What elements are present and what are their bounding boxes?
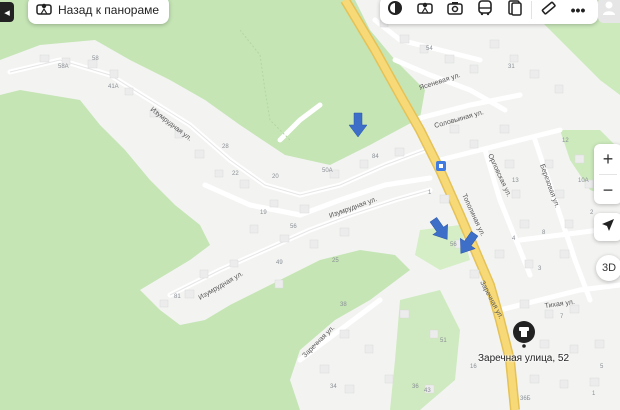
top-toolbar: ••• bbox=[380, 0, 598, 24]
house-number: 16 bbox=[470, 364, 477, 370]
house-number: 58А bbox=[58, 64, 69, 70]
house-number: 81 bbox=[174, 294, 181, 300]
house-number: 54 bbox=[426, 46, 433, 52]
map-canvas[interactable]: Изумрудная ул. Изумрудная ул. Изумрудная… bbox=[0, 0, 620, 410]
traffic-button[interactable] bbox=[500, 0, 530, 24]
photo-button[interactable] bbox=[440, 0, 470, 24]
zoom-in-button[interactable]: + bbox=[594, 144, 620, 174]
house-number: 36 bbox=[412, 384, 419, 390]
house-number: 49 bbox=[276, 260, 283, 266]
house-number: 19 bbox=[260, 210, 267, 216]
panorama-mode-button[interactable] bbox=[410, 0, 440, 24]
house-number: 20 bbox=[272, 174, 279, 180]
house-number: 43 bbox=[424, 388, 431, 394]
house-number: 56 bbox=[450, 242, 457, 248]
chevron-left-icon: ◂ bbox=[4, 6, 10, 19]
poi-label[interactable]: Заречная улица, 52 bbox=[478, 353, 569, 364]
layers-button[interactable] bbox=[380, 0, 410, 24]
house-number: 10А bbox=[578, 178, 589, 184]
more-dots-icon: ••• bbox=[570, 2, 586, 18]
house-number: 25 bbox=[332, 258, 339, 264]
zoom-control: + − bbox=[594, 144, 620, 204]
more-button[interactable]: ••• bbox=[563, 0, 593, 24]
navigation-arrow-icon bbox=[601, 218, 615, 237]
panorama-icon bbox=[417, 1, 433, 20]
toolbar-divider bbox=[531, 1, 532, 19]
collapse-panel-button[interactable]: ◂ bbox=[0, 2, 14, 22]
house-number: 34 bbox=[330, 384, 337, 390]
ruler-icon bbox=[540, 0, 556, 21]
back-to-panorama-button[interactable]: Назад к панораме bbox=[28, 0, 170, 24]
house-number: 84 bbox=[372, 154, 379, 160]
back-button-label: Назад к панораме bbox=[58, 3, 160, 17]
bus-icon bbox=[478, 0, 492, 21]
bus-stop-icon[interactable] bbox=[436, 161, 446, 171]
transport-button[interactable] bbox=[470, 0, 500, 24]
house-number: 38 bbox=[340, 302, 347, 308]
house-number: 41А bbox=[108, 84, 119, 90]
house-number: 31 bbox=[508, 64, 515, 70]
locate-me-button[interactable] bbox=[594, 213, 620, 241]
house-number: 50А bbox=[322, 168, 333, 174]
house-number: 58 bbox=[92, 56, 99, 62]
house-number: 36Б bbox=[520, 396, 531, 402]
view-3d-button[interactable]: 3D bbox=[596, 255, 620, 281]
house-number: 12 bbox=[562, 138, 569, 144]
document-icon bbox=[508, 0, 522, 21]
profile-button[interactable] bbox=[598, 0, 620, 23]
camera-icon bbox=[447, 1, 463, 20]
zoom-out-button[interactable]: − bbox=[594, 175, 620, 205]
ruler-button[interactable] bbox=[533, 0, 563, 24]
user-icon bbox=[602, 0, 616, 21]
house-number: 28 bbox=[222, 144, 229, 150]
house-number: 51 bbox=[440, 338, 447, 344]
panorama-icon bbox=[36, 2, 52, 19]
house-number: 22 bbox=[232, 171, 239, 177]
circle-icon bbox=[387, 0, 403, 21]
house-number: 13 bbox=[512, 178, 519, 184]
house-number: 56 bbox=[290, 224, 297, 230]
